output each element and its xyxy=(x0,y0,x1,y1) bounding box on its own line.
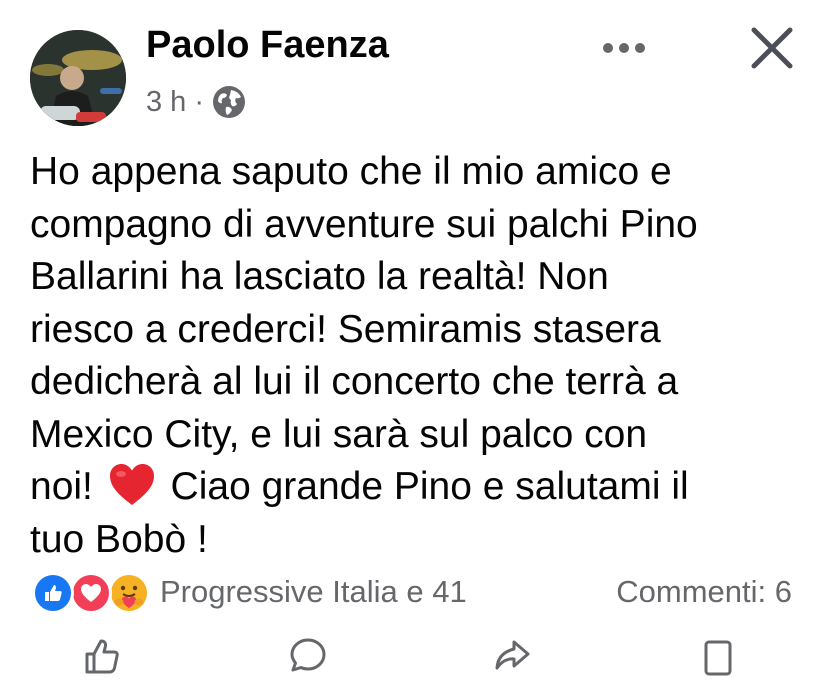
comment-button[interactable] xyxy=(278,636,338,680)
close-icon xyxy=(751,27,793,69)
love-icon xyxy=(70,572,112,614)
avatar-photo xyxy=(30,30,126,126)
action-bar xyxy=(0,628,820,676)
post-text: Ho appena saputo che il mio amico e comp… xyxy=(30,146,800,566)
like-icon xyxy=(32,572,74,614)
author-avatar[interactable] xyxy=(30,30,126,126)
reactions-summary[interactable]: Progressive Italia e 41 xyxy=(160,574,467,610)
comment-action-icon xyxy=(290,638,326,672)
post-meta: 3 h · xyxy=(146,84,246,120)
post-header: Paolo Faenza 3 h · xyxy=(0,0,820,140)
author-name[interactable]: Paolo Faenza xyxy=(146,24,389,67)
post-text-main: Ho appena saputo che il mio amico e comp… xyxy=(30,150,698,508)
care-icon xyxy=(108,572,150,614)
post-time[interactable]: 3 h xyxy=(146,86,186,119)
comments-count[interactable]: Commenti: 6 xyxy=(616,574,792,610)
save-action-icon xyxy=(704,640,732,676)
reactions-row: Progressive Italia e 41 Commenti: 6 xyxy=(30,568,800,616)
share-button[interactable] xyxy=(482,636,542,680)
heart-emoji xyxy=(108,463,156,507)
share-action-icon xyxy=(495,640,530,670)
close-button[interactable] xyxy=(746,22,798,74)
save-button[interactable] xyxy=(688,636,748,680)
globe-icon[interactable] xyxy=(212,85,246,119)
like-button[interactable] xyxy=(72,636,132,680)
more-options-button[interactable] xyxy=(598,28,650,68)
reaction-icons[interactable] xyxy=(32,572,156,614)
meta-separator: · xyxy=(194,85,204,118)
like-action-icon xyxy=(85,639,119,674)
more-dots-icon xyxy=(603,43,645,53)
